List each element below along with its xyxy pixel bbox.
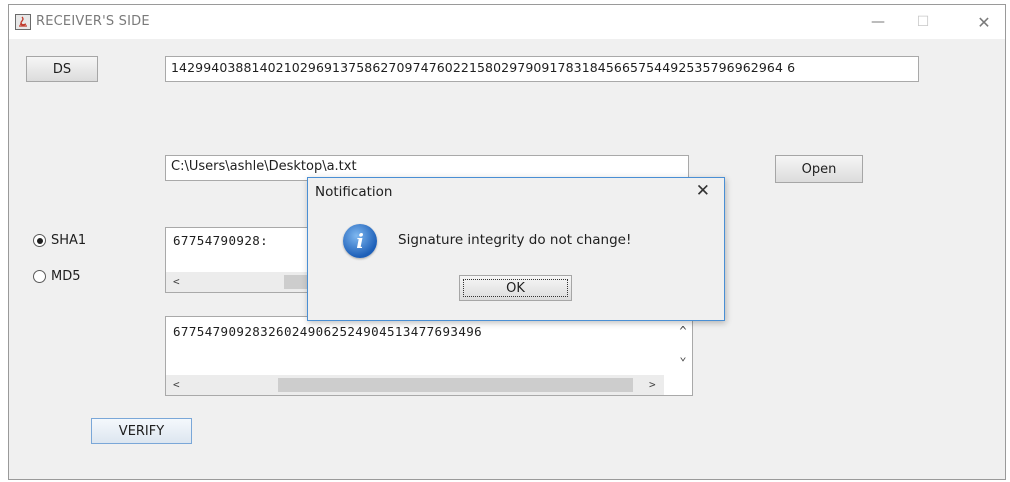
close-icon: ✕ (977, 12, 991, 32)
verify-button[interactable]: VERIFY (91, 418, 192, 444)
sha1-label: SHA1 (51, 233, 87, 248)
open-button[interactable]: Open (775, 155, 863, 183)
maximize-icon: ☐ (916, 14, 930, 30)
minimize-button[interactable]: — (855, 5, 901, 39)
close-window-button[interactable]: ✕ (961, 5, 1007, 39)
hash-output-1-text: 67754790928: (173, 233, 269, 248)
dialog-message: Signature integrity do not change! (398, 232, 632, 248)
window-title: RECEIVER'S SIDE (36, 14, 150, 29)
scroll-left-icon[interactable]: < (173, 378, 180, 391)
hash-2-scroll-thumb[interactable] (278, 378, 633, 392)
scroll-right-icon[interactable]: > (649, 378, 656, 391)
ok-button[interactable]: OK (459, 275, 572, 301)
ds-button[interactable]: DS (26, 56, 98, 82)
md5-radio-indicator[interactable] (33, 270, 46, 283)
scroll-left-icon[interactable]: < (173, 275, 180, 288)
scroll-down-icon[interactable]: ⌄ (679, 349, 687, 363)
sha1-radio-indicator[interactable] (33, 234, 46, 247)
dialog-title: Notification (315, 184, 393, 200)
md5-radio[interactable]: MD5 (33, 269, 81, 284)
dialog-close-icon[interactable]: ✕ (696, 181, 710, 201)
maximize-button[interactable]: ☐ (900, 5, 946, 39)
hash-output-field-2[interactable]: 677547909283260249062524904513477693496 … (165, 316, 693, 396)
hash-output-2-text: 677547909283260249062524904513477693496 (173, 324, 483, 339)
minimize-icon: — (871, 14, 885, 30)
md5-label: MD5 (51, 269, 81, 284)
notification-dialog: Notification ✕ i Signature integrity do … (307, 177, 725, 321)
sha1-radio[interactable]: SHA1 (33, 233, 86, 248)
hash-2-horizontal-scrollbar[interactable]: < > (166, 375, 664, 395)
scroll-up-icon[interactable]: ^ (679, 324, 687, 338)
info-icon: i (343, 224, 377, 258)
title-bar: RECEIVER'S SIDE — ☐ ✕ (9, 5, 1005, 39)
ds-value-field[interactable]: 1429940388140210296913758627097476022158… (165, 56, 919, 82)
java-app-icon (15, 14, 31, 30)
